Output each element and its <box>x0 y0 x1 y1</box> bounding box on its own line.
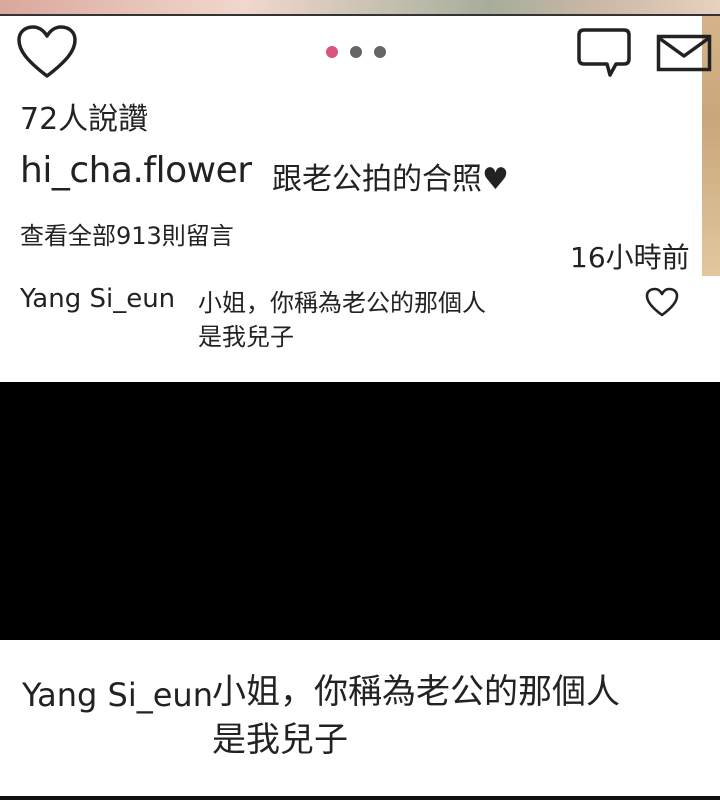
carousel-dot <box>350 46 362 58</box>
heart-icon[interactable] <box>16 24 78 80</box>
like-count[interactable]: 72人說讚 <box>20 94 148 138</box>
post-timestamp: 16小時前 <box>570 241 690 274</box>
subtitle-username: Yang Si_eun <box>22 676 213 714</box>
carousel-dot-active <box>326 46 338 58</box>
carousel-dots <box>326 46 386 58</box>
post-caption: 跟老公拍的合照♥ <box>272 162 509 197</box>
comment-text: 小姐，你稱為老公的那個人 是我兒子 <box>198 289 486 351</box>
mail-icon[interactable] <box>656 34 712 72</box>
comment-username[interactable]: Yang Si_eun <box>20 284 175 314</box>
post-username[interactable]: hi_cha.flower <box>20 150 252 191</box>
comment-icon[interactable] <box>576 26 632 78</box>
view-all-comments-link[interactable]: 查看全部913則留言 <box>20 216 234 251</box>
bottom-border <box>0 796 720 800</box>
comment-like-heart-icon[interactable] <box>644 286 680 318</box>
subtitle-text: 小姐，你稱為老公的那個人 是我兒子 <box>212 672 620 760</box>
carousel-dot <box>374 46 386 58</box>
black-panel <box>0 382 720 640</box>
